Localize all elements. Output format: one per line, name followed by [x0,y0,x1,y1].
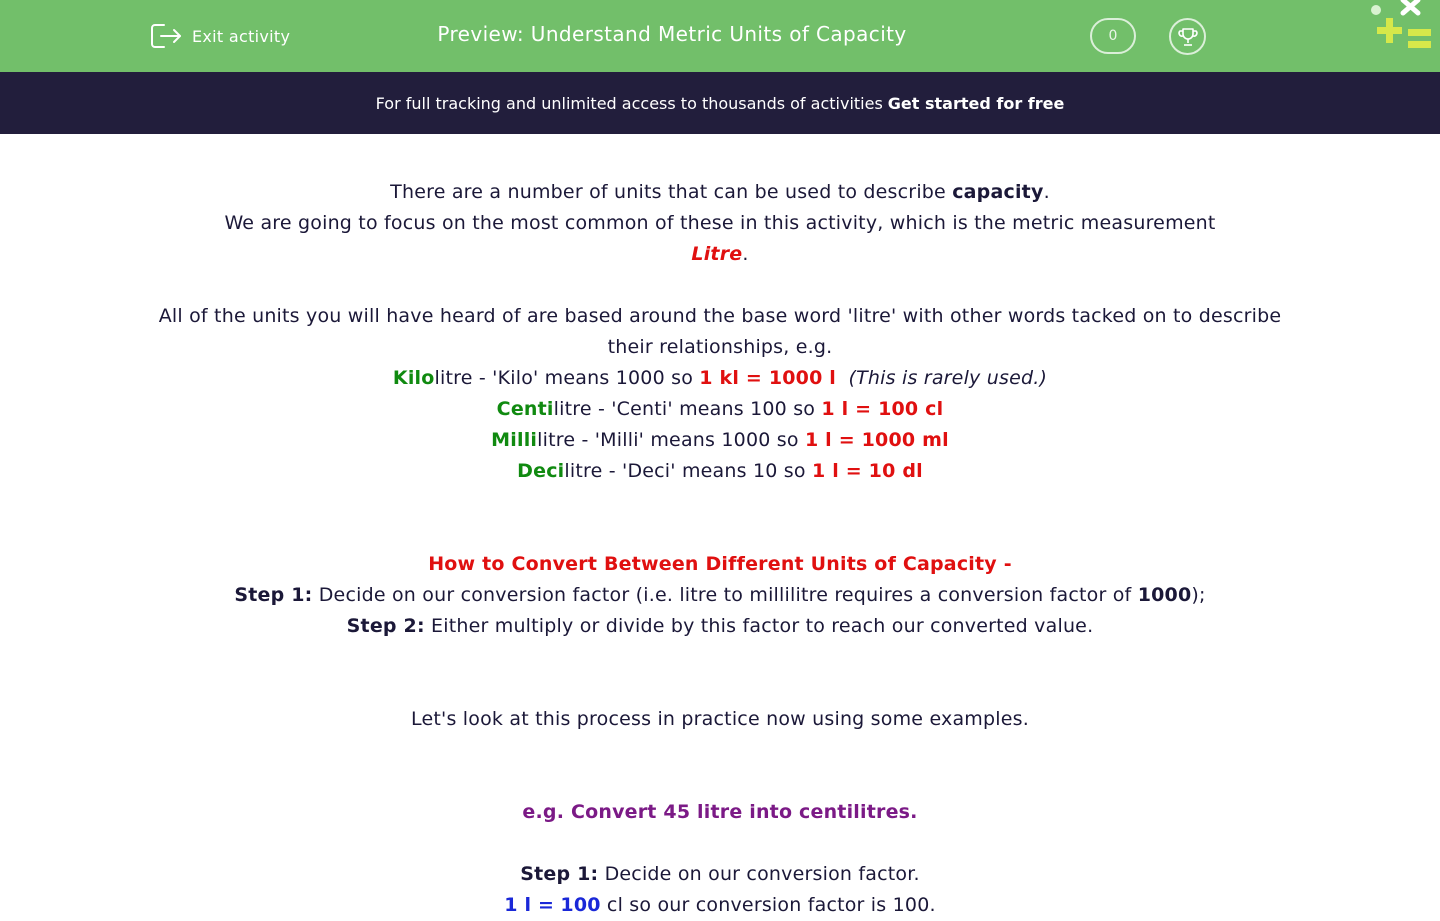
example-step-1: Step 1: Decide on our conversion factor. [520,863,920,885]
score-badge: 0 [1090,18,1136,54]
get-started-link[interactable]: Get started for free [888,94,1065,113]
howto-heading: How to Convert Between Different Units o… [428,553,1012,575]
top-bar: Exit activity Preview: Understand Metric… [0,0,1440,72]
litre-term: Litre [691,243,743,265]
unit-row-milli: Millilitre - 'Milli' means 1000 so 1 l =… [491,429,949,451]
units-intro: All of the units you will have heard of … [158,305,1282,358]
trophy-button[interactable] [1169,18,1206,55]
intro-line-2: We are going to focus on the most common… [224,212,1216,234]
brand-logo-icon [1371,0,1431,48]
howto-step-2: Step 2: Either multiply or divide by thi… [346,615,1094,637]
intro-line-3: Litre. [691,243,749,265]
unit-row-deci: Decilitre - 'Deci' means 10 so 1 l = 10 … [517,460,923,482]
banner-text: For full tracking and unlimited access t… [375,93,883,113]
lesson-content: There are a number of units that can be … [0,177,1440,921]
howto-step-1: Step 1: Decide on our conversion factor … [234,584,1206,606]
unit-row-centi: Centilitre - 'Centi' means 100 so 1 l = … [496,398,944,420]
signup-banner: For full tracking and unlimited access t… [0,72,1440,134]
example-heading: e.g. Convert 45 litre into centilitres. [522,801,918,823]
example-factor-line: 1 l = 100 cl so our conversion factor is… [504,894,936,916]
exit-activity-label: Exit activity [192,26,291,46]
examples-intro: Let's look at this process in practice n… [411,708,1029,730]
capacity-term: capacity [952,181,1044,203]
unit-row-kilo: Kilolitre - 'Kilo' means 1000 so 1 kl = … [392,367,1048,389]
intro-line-1: There are a number of units that can be … [390,181,1050,203]
trophy-icon [1177,27,1198,46]
exit-icon [151,24,181,48]
exit-activity-button[interactable]: Exit activity [150,20,290,52]
page-title: Preview: Understand Metric Units of Capa… [437,22,907,46]
unit-note: (This is rarely used.) [848,367,1048,389]
